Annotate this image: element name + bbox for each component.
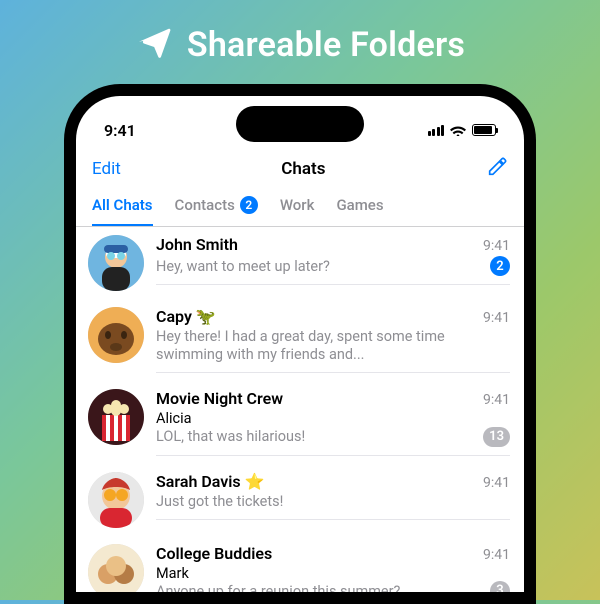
- status-time: 9:41: [104, 121, 136, 140]
- wifi-icon: [450, 121, 466, 140]
- tab-label: All Chats: [92, 196, 153, 214]
- chat-time: 9:41: [483, 475, 510, 491]
- chat-row-content: Movie Night Crew 9:41 AliciaLOL, that was …: [156, 389, 510, 455]
- chat-time: 9:41: [483, 547, 510, 563]
- phone-screen: 9:41 Edit Chats All Chats Contacts 2 Work Ga…: [76, 96, 524, 592]
- chat-row-content: Sarah Davis ⭐️ 9:41 Just got the tickets!: [156, 472, 510, 520]
- chat-row-content: Capy 🦖 9:41 Hey there! I had a great day, …: [156, 307, 510, 373]
- compose-icon: [486, 156, 508, 178]
- paper-plane-icon: [135, 24, 173, 66]
- chat-row-content: John Smith 9:41 Hey, want to meet up later…: [156, 235, 510, 285]
- chat-name: Movie Night Crew: [156, 389, 283, 408]
- chat-row[interactable]: Capy 🦖 9:41 Hey there! I had a great day, …: [76, 299, 524, 381]
- chat-sender: Alicia: [156, 410, 305, 428]
- nav-title: Chats: [281, 159, 325, 179]
- chat-row[interactable]: John Smith 9:41 Hey, want to meet up later…: [76, 227, 524, 299]
- cellular-icon: [428, 125, 445, 136]
- tab-label: Contacts: [175, 196, 235, 214]
- chat-row[interactable]: Movie Night Crew 9:41 AliciaLOL, that was …: [76, 381, 524, 463]
- chat-preview: AliciaLOL, that was hilarious!: [156, 410, 305, 446]
- name-emoji: 🦖: [196, 307, 216, 326]
- chat-preview: Hey, want to meet up later?: [156, 258, 330, 276]
- hero-banner: Shareable Folders: [135, 24, 465, 66]
- phone-frame: 9:41 Edit Chats All Chats Contacts 2 Work Ga…: [64, 84, 536, 604]
- tab-all-chats[interactable]: All Chats: [92, 194, 153, 226]
- unread-badge: 2: [490, 256, 510, 276]
- chat-time: 9:41: [483, 238, 510, 254]
- chat-time: 9:41: [483, 392, 510, 408]
- battery-icon: [472, 124, 496, 136]
- nav-bar: Edit Chats: [76, 150, 524, 190]
- chat-name: Sarah Davis ⭐️: [156, 472, 265, 491]
- unread-badge: 13: [483, 427, 510, 447]
- folder-tabs: All Chats Contacts 2 Work Games: [76, 190, 524, 227]
- chat-sender: Mark: [156, 565, 400, 583]
- avatar: [88, 307, 144, 363]
- tab-games[interactable]: Games: [336, 194, 383, 226]
- chat-name: College Buddies: [156, 544, 272, 563]
- chat-time: 9:41: [483, 310, 510, 326]
- hero-title: Shareable Folders: [187, 25, 465, 65]
- chat-row[interactable]: College Buddies 9:41 MarkAnyone up for a r…: [76, 536, 524, 593]
- chat-list[interactable]: John Smith 9:41 Hey, want to meet up later…: [76, 227, 524, 592]
- avatar: [88, 389, 144, 445]
- name-emoji: ⭐️: [245, 472, 265, 491]
- edit-button[interactable]: Edit: [92, 159, 121, 179]
- tab-label: Work: [280, 196, 315, 214]
- chat-row-content: College Buddies 9:41 MarkAnyone up for a r…: [156, 544, 510, 593]
- chat-preview: Hey there! I had a great day, spent some…: [156, 328, 510, 364]
- avatar: [88, 544, 144, 593]
- chat-preview: Just got the tickets!: [156, 493, 283, 511]
- compose-button[interactable]: [486, 156, 508, 182]
- chat-name: John Smith: [156, 235, 238, 254]
- unread-badge: 3: [490, 581, 510, 592]
- tab-work[interactable]: Work: [280, 194, 315, 226]
- avatar: [88, 472, 144, 528]
- avatar: [88, 235, 144, 291]
- chat-row[interactable]: Sarah Davis ⭐️ 9:41 Just got the tickets!: [76, 464, 524, 536]
- tab-badge: 2: [240, 196, 258, 214]
- chat-preview: MarkAnyone up for a reunion this summer?: [156, 565, 400, 593]
- dynamic-island: [236, 106, 364, 142]
- chat-name: Capy 🦖: [156, 307, 216, 326]
- tab-label: Games: [336, 196, 383, 214]
- tab-contacts[interactable]: Contacts 2: [175, 194, 258, 226]
